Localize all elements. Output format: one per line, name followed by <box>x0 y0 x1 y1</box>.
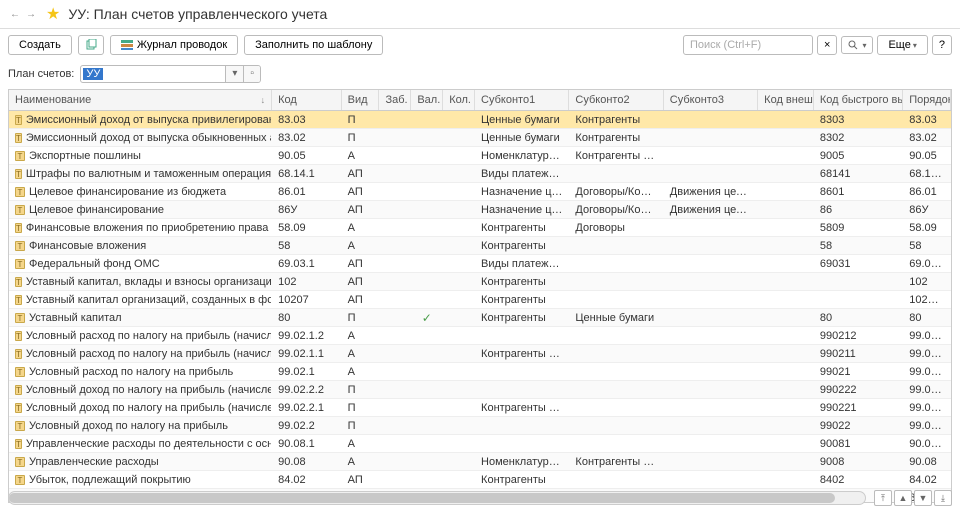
search-input[interactable]: Поиск (Ctrl+F) <box>683 35 813 55</box>
back-button[interactable]: ← <box>8 7 22 21</box>
col-val[interactable]: Вал. <box>411 90 443 110</box>
t-marker-icon: T <box>15 367 25 377</box>
grid-body[interactable]: TЭмиссионный доход от выпуска привилегир… <box>9 111 951 502</box>
t-marker-icon: T <box>15 421 25 431</box>
table-row[interactable]: TЭмиссионный доход от выпуска обыкновенн… <box>9 129 951 147</box>
t-marker-icon: T <box>15 349 22 359</box>
nav-arrows: ← → <box>8 7 38 21</box>
table-row[interactable]: TУсловный расход по налогу на прибыль (н… <box>9 345 951 363</box>
t-marker-icon: T <box>15 457 25 467</box>
search-clear-button[interactable]: × <box>817 35 837 55</box>
t-marker-icon: T <box>15 439 22 449</box>
copy-button[interactable] <box>78 35 104 55</box>
table-row[interactable]: TФедеральный фонд ОМС69.03.1АПВиды плате… <box>9 255 951 273</box>
table-row[interactable]: TУбыток, подлежащий покрытию84.02АПКонтр… <box>9 471 951 489</box>
col-zab[interactable]: Заб. <box>379 90 411 110</box>
grid: Наименование↓ Код Вид Заб. Вал. Кол. Суб… <box>8 89 952 503</box>
table-row[interactable]: TЦелевое финансирование86УАПНазначение ц… <box>9 201 951 219</box>
sort-desc-icon: ↓ <box>261 95 266 105</box>
t-marker-icon: T <box>15 151 25 161</box>
table-row[interactable]: TУсловный расход по налогу на прибыль (н… <box>9 327 951 345</box>
table-row[interactable]: TУсловный доход по налогу на прибыль (на… <box>9 399 951 417</box>
col-qty[interactable]: Кол. <box>443 90 475 110</box>
table-row[interactable]: TУправленческие расходы90.08АНоменклатур… <box>9 453 951 471</box>
help-button[interactable]: ? <box>932 35 952 55</box>
table-row[interactable]: TУправленческие расходы по деятельности … <box>9 435 951 453</box>
t-marker-icon: T <box>15 403 22 413</box>
col-code[interactable]: Код <box>272 90 342 110</box>
table-row[interactable]: TУставный капитал, вклады и взносы орган… <box>9 273 951 291</box>
toolbar: Создать Журнал проводок Заполнить по шаб… <box>0 29 960 61</box>
search-go-button[interactable]: ▾ <box>841 36 873 54</box>
table-row[interactable]: TЭкспортные пошлины90.05АНоменклатурные … <box>9 147 951 165</box>
t-marker-icon: T <box>15 277 22 287</box>
footer: ⤒ ▲ ▼ ⤓ <box>0 488 960 508</box>
nav-first-button[interactable]: ⤒ <box>874 490 892 506</box>
filter-label: План счетов: <box>8 68 74 80</box>
titlebar: ← → ★ УУ: План счетов управленческого уч… <box>0 0 960 29</box>
col-order[interactable]: Порядок <box>903 90 951 110</box>
t-marker-icon: T <box>15 133 22 143</box>
table-row[interactable]: TШтрафы по валютным и таможенным операци… <box>9 165 951 183</box>
col-name[interactable]: Наименование↓ <box>9 90 272 110</box>
filter-input[interactable]: УУ ▾ ▫ <box>80 65 261 83</box>
filter-dropdown-icon[interactable]: ▾ <box>225 66 243 82</box>
create-button[interactable]: Создать <box>8 35 72 55</box>
table-row[interactable]: TФинансовые вложения по приобретению пра… <box>9 219 951 237</box>
table-row[interactable]: TУсловный расход по налогу на прибыль99.… <box>9 363 951 381</box>
page-title: УУ: План счетов управленческого учета <box>68 6 327 22</box>
col-type[interactable]: Вид <box>342 90 380 110</box>
col-sub1[interactable]: Субконто1 <box>475 90 569 110</box>
col-fast[interactable]: Код быстрого выбора <box>814 90 903 110</box>
table-row[interactable]: TУсловный доход по налогу на прибыль99.0… <box>9 417 951 435</box>
t-marker-icon: T <box>15 223 22 233</box>
col-sub3[interactable]: Субконто3 <box>664 90 758 110</box>
table-row[interactable]: TУставный капитал80П✓КонтрагентыЦенные б… <box>9 309 951 327</box>
hscroll-thumb[interactable] <box>9 493 835 503</box>
t-marker-icon: T <box>15 205 25 215</box>
hscrollbar[interactable] <box>8 491 866 505</box>
t-marker-icon: T <box>15 169 22 179</box>
journal-button[interactable]: Журнал проводок <box>110 35 238 55</box>
col-ext[interactable]: Код внешний <box>758 90 814 110</box>
t-marker-icon: T <box>15 295 22 305</box>
forward-button[interactable]: → <box>24 7 38 21</box>
t-marker-icon: T <box>15 259 25 269</box>
nav-up-button[interactable]: ▲ <box>894 490 912 506</box>
table-row[interactable]: TЦелевое финансирование из бюджета86.01А… <box>9 183 951 201</box>
table-row[interactable]: TЭмиссионный доход от выпуска привилегир… <box>9 111 951 129</box>
t-marker-icon: T <box>15 313 25 323</box>
fill-button[interactable]: Заполнить по шаблону <box>244 35 383 55</box>
t-marker-icon: T <box>15 475 25 485</box>
grid-header: Наименование↓ Код Вид Заб. Вал. Кол. Суб… <box>9 90 951 111</box>
t-marker-icon: T <box>15 385 22 395</box>
t-marker-icon: T <box>15 187 25 197</box>
t-marker-icon: T <box>15 115 22 125</box>
table-row[interactable]: TФинансовые вложения58АКонтрагенты5858 <box>9 237 951 255</box>
star-icon[interactable]: ★ <box>46 4 60 24</box>
nav-last-button[interactable]: ⤓ <box>934 490 952 506</box>
filter-row: План счетов: УУ ▾ ▫ <box>0 61 960 87</box>
t-marker-icon: T <box>15 241 25 251</box>
nav-down-button[interactable]: ▼ <box>914 490 932 506</box>
more-button[interactable]: Еще ▾ <box>877 35 927 55</box>
col-sub2[interactable]: Субконто2 <box>569 90 663 110</box>
t-marker-icon: T <box>15 331 22 341</box>
table-row[interactable]: TУставный капитал организаций, созданных… <box>9 291 951 309</box>
table-row[interactable]: TУсловный доход по налогу на прибыль (на… <box>9 381 951 399</box>
filter-open-icon[interactable]: ▫ <box>243 66 260 82</box>
